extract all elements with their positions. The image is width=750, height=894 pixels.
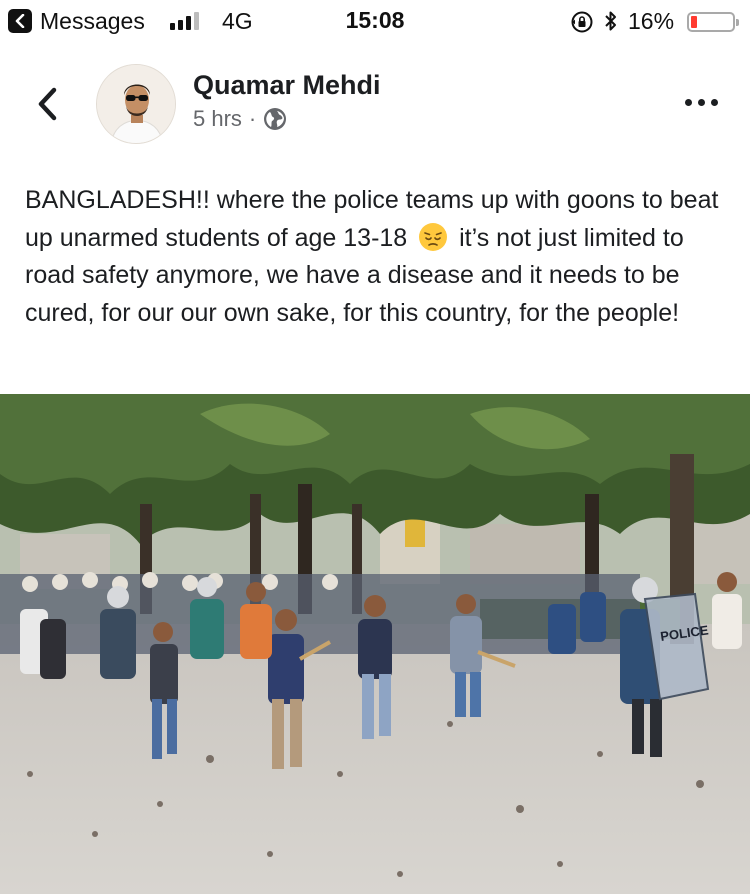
battery-fill: [691, 16, 697, 28]
post-photo[interactable]: POLICE: [0, 394, 750, 894]
post-time[interactable]: 5 hrs: [193, 106, 242, 132]
more-options-button[interactable]: [680, 88, 724, 116]
chevron-left-icon: [38, 87, 57, 121]
back-button[interactable]: [28, 82, 68, 126]
globe-icon[interactable]: [263, 107, 287, 131]
more-dot-icon: [698, 99, 705, 106]
status-bar: Messages 4G 15:08 16%: [0, 0, 750, 40]
post-text: BANGLADESH!! where the police teams up w…: [25, 182, 737, 332]
street-clash-photo: POLICE: [0, 394, 750, 894]
meta-separator: ·: [248, 106, 257, 131]
pensive-face-emoji-icon: [419, 222, 448, 251]
author-name[interactable]: Quamar Mehdi: [193, 70, 381, 101]
back-to-app-label[interactable]: Messages: [40, 8, 145, 35]
network-type: 4G: [222, 8, 253, 34]
more-dot-icon: [685, 99, 692, 106]
profile-photo: [97, 65, 175, 143]
avatar[interactable]: [96, 64, 176, 144]
more-dot-icon: [711, 99, 718, 106]
battery-percent: 16%: [628, 8, 675, 34]
bluetooth-icon: [605, 11, 616, 31]
post-meta: 5 hrs ·: [193, 106, 287, 132]
signal-icon: [170, 12, 202, 30]
back-to-app-icon[interactable]: [8, 9, 32, 33]
rotation-lock-icon: [571, 11, 593, 33]
battery-icon: [687, 12, 739, 32]
